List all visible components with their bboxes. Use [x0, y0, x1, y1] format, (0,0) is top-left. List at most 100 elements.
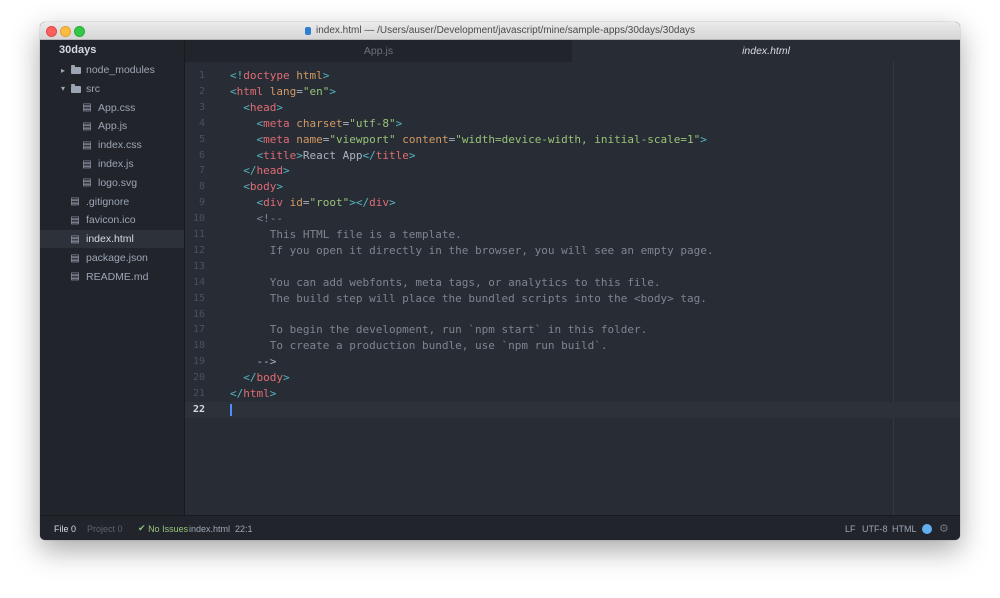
line-number[interactable]: 11	[185, 227, 205, 243]
code-line[interactable]: 9 <div id="root"></div>	[185, 195, 960, 211]
tree-item-label: favicon.ico	[86, 214, 136, 227]
line-number[interactable]: 15	[185, 291, 205, 307]
line-number[interactable]: 1	[185, 68, 205, 84]
line-number[interactable]: 3	[185, 100, 205, 116]
line-text: <!--	[256, 212, 284, 226]
tree-item[interactable]: ▸ node_modules	[40, 61, 184, 79]
code-line[interactable]: 12 If you open it directly in the browse…	[185, 243, 960, 259]
tab-app-js[interactable]: App.js	[185, 40, 572, 62]
cursor-position[interactable]: 22:1	[235, 516, 253, 540]
tree-item[interactable]: ▤ index.html	[40, 230, 184, 249]
line-number[interactable]: 21	[185, 386, 205, 402]
tab-index-html[interactable]: index.html	[572, 40, 960, 62]
line-number[interactable]: 18	[185, 338, 205, 354]
tree-item[interactable]: ▤ favicon.ico	[40, 211, 184, 229]
tree-item[interactable]: ▤ App.js	[40, 117, 184, 135]
code-line[interactable]: 11 This HTML file is a template.	[185, 227, 960, 243]
line-text: To begin the development, run `npm start…	[230, 323, 648, 337]
code-line[interactable]: 8 <body>	[185, 179, 960, 195]
line-ending-selector[interactable]: LF	[845, 516, 856, 540]
code-line[interactable]: 10 <!--	[185, 211, 960, 227]
line-number[interactable]: 5	[185, 132, 205, 148]
code-line[interactable]: 18 To create a production bundle, use `n…	[185, 338, 960, 354]
file-icon: ▤	[82, 120, 92, 132]
line-number[interactable]: 13	[185, 259, 205, 275]
line-number[interactable]: 7	[185, 163, 205, 179]
line-text: If you open it directly in the browser, …	[230, 243, 714, 257]
file-path[interactable]: index.html	[189, 516, 230, 540]
tree-item[interactable]: ▤ package.json	[40, 249, 184, 267]
tree-item[interactable]: ▤ .gitignore	[40, 193, 184, 211]
code-line[interactable]: 17 To begin the development, run `npm st…	[185, 322, 960, 338]
code-line[interactable]: 6 <title>React App</title>	[185, 148, 960, 164]
code-line[interactable]: 20 </body>	[185, 370, 960, 386]
line-number[interactable]: 10	[185, 211, 205, 227]
line-number[interactable]: 2	[185, 84, 205, 100]
tree-item[interactable]: ▤ logo.svg	[40, 174, 184, 192]
line-number[interactable]: 8	[185, 179, 205, 195]
tree-item-label: index.js	[98, 158, 134, 170]
code-line[interactable]: 3 <head>	[185, 100, 960, 116]
linter-status[interactable]: ✔ No Issues	[138, 516, 188, 540]
code-line[interactable]: 13	[185, 259, 960, 275]
line-number[interactable]: 19	[185, 354, 205, 370]
project-root[interactable]: 30days	[59, 44, 96, 56]
tree-item[interactable]: ▤ index.js	[40, 155, 184, 173]
line-text: <head>	[243, 100, 283, 114]
encoding-selector[interactable]: UTF-8	[862, 516, 888, 540]
chevron-right-icon[interactable]: ▸	[59, 66, 67, 75]
code-line[interactable]: 1 <!doctype html>	[185, 68, 960, 84]
line-text: <div id="root"></div>	[256, 196, 396, 210]
line-number[interactable]: 17	[185, 322, 205, 338]
line-number[interactable]: 16	[185, 307, 205, 323]
line-text: <meta charset="utf-8">	[256, 116, 403, 130]
title-bar[interactable]: index.html — /Users/auser/Development/ja…	[40, 22, 960, 40]
file-issues-tab[interactable]: File 0	[54, 516, 76, 540]
code-line[interactable]: 15 The build step will place the bundled…	[185, 291, 960, 307]
file-icon: ▤	[70, 271, 80, 283]
code-line[interactable]: 19 -->	[185, 354, 960, 370]
line-number[interactable]: 4	[185, 116, 205, 132]
line-number[interactable]: 6	[185, 148, 205, 164]
squirrel-icon[interactable]	[922, 516, 932, 540]
tree-item-label: App.css	[98, 101, 136, 114]
code-line[interactable]: 4 <meta charset="utf-8">	[185, 116, 960, 132]
tree-item[interactable]: ▾ src	[40, 80, 184, 98]
code-line[interactable]: 2 <html lang="en">	[185, 84, 960, 100]
project-count: 0	[117, 523, 123, 534]
code-line[interactable]: 22	[185, 401, 960, 418]
line-number[interactable]: 9	[185, 195, 205, 211]
line-text: <body>	[243, 180, 283, 194]
tree-item-label: node_modules	[86, 64, 155, 76]
grammar-selector[interactable]: HTML	[892, 516, 917, 540]
gear-icon[interactable]: ⚙	[939, 516, 949, 540]
line-text: </head>	[243, 164, 290, 178]
text-cursor	[230, 403, 232, 416]
editor-window: index.html — /Users/auser/Development/ja…	[40, 22, 960, 540]
issues-label: No Issues	[148, 523, 189, 534]
code-editor[interactable]: 1 <!doctype html> 2 <html lang="en"> 3 <head…	[185, 62, 960, 515]
tab-bar: App.js index.html	[185, 40, 960, 62]
chevron-down-icon[interactable]: ▾	[59, 84, 67, 93]
file-icon: ▤	[82, 102, 92, 114]
line-text: To create a production bundle, use `npm …	[230, 339, 608, 353]
file-icon: ▤	[70, 196, 80, 208]
line-number[interactable]: 14	[185, 275, 205, 291]
line-number[interactable]: 22	[185, 402, 205, 418]
code-line[interactable]: 14 You can add webfonts, meta tags, or a…	[185, 275, 960, 291]
line-text: <meta name="viewport" content="width=dev…	[256, 132, 707, 146]
code-line[interactable]: 7 </head>	[185, 163, 960, 179]
line-number[interactable]: 12	[185, 243, 205, 259]
code-line[interactable]: 5 <meta name="viewport" content="width=d…	[185, 132, 960, 148]
tree-item-label: package.json	[86, 252, 148, 264]
code-line[interactable]: 16	[185, 307, 960, 323]
project-issues-tab[interactable]: Project 0	[87, 516, 123, 540]
line-number[interactable]: 20	[185, 370, 205, 386]
tree-item[interactable]: ▤ README.md	[40, 268, 184, 286]
code-line[interactable]: 21 </html>	[185, 386, 960, 402]
file-icon: ▤	[70, 252, 80, 264]
line-text: <title>React App</title>	[256, 148, 416, 162]
tree-item[interactable]: ▤ App.css	[40, 99, 184, 117]
tree-item[interactable]: ▤ index.css	[40, 136, 184, 154]
folder-icon	[71, 83, 81, 93]
